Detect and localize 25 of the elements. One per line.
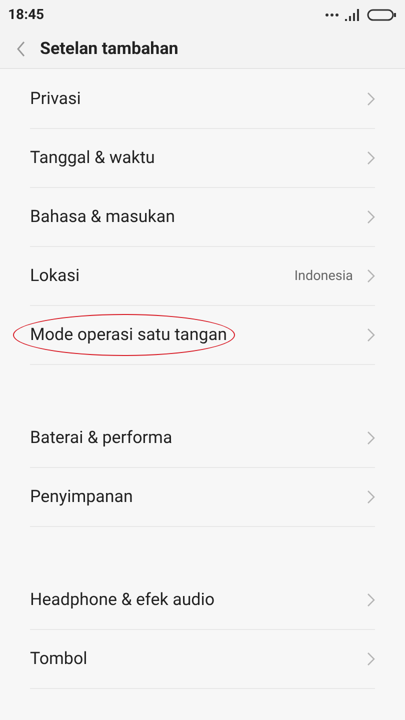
chevron-icon	[367, 652, 375, 666]
row-label[interactable]: Mode operasi satu tangan	[30, 325, 227, 345]
battery-icon	[367, 9, 397, 21]
row-label[interactable]: Privasi	[30, 89, 81, 109]
status-time: 18:45	[8, 7, 44, 23]
chevron-icon	[367, 92, 375, 106]
screen-title: Setelan tambahan	[40, 39, 178, 59]
row-value: Indonesia	[294, 268, 353, 284]
chevron-icon	[367, 269, 375, 283]
row-label[interactable]: Bahasa & masukan	[30, 207, 176, 227]
row-label[interactable]: Lokasi	[30, 266, 80, 286]
chevron-icon	[367, 431, 375, 445]
chevron-icon	[367, 328, 375, 342]
more-dots-icon	[325, 13, 339, 17]
row-label[interactable]: Tanggal & waktu	[30, 148, 155, 168]
back-icon[interactable]	[16, 41, 26, 57]
chevron-icon	[367, 151, 375, 165]
chevron-icon	[367, 490, 375, 504]
signal-icon	[345, 9, 361, 21]
row-label[interactable]: Baterai & performa	[30, 428, 172, 448]
chevron-icon	[367, 210, 375, 224]
row-label[interactable]: Headphone & efek audio	[30, 590, 215, 610]
row-label[interactable]: Penyimpanan	[30, 487, 133, 507]
row-label[interactable]: Tombol	[30, 649, 88, 669]
chevron-icon	[367, 593, 375, 607]
